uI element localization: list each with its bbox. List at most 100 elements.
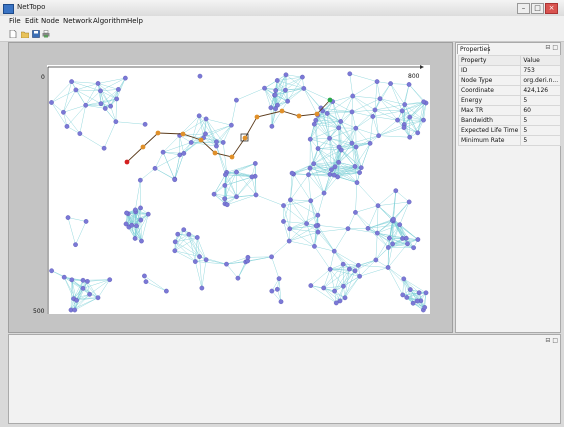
sensor-node[interactable] (114, 96, 120, 102)
sensor-node[interactable] (415, 237, 421, 242)
properties-panel-controls[interactable]: ⊟ □ (545, 44, 558, 51)
sensor-node[interactable] (306, 172, 311, 178)
sensor-node[interactable] (199, 285, 205, 291)
sensor-node[interactable] (315, 212, 321, 218)
sensor-node[interactable] (365, 226, 371, 231)
sensor-node[interactable] (313, 223, 319, 229)
sensor-node[interactable] (177, 152, 183, 158)
sensor-node[interactable] (286, 238, 292, 244)
close-button[interactable]: × (545, 3, 558, 14)
sensor-node[interactable] (422, 305, 428, 310)
sensor-node[interactable] (160, 149, 166, 155)
sensor-node[interactable] (123, 221, 129, 227)
sensor-node[interactable] (249, 174, 255, 180)
sensor-node[interactable] (95, 295, 101, 301)
sensor-node[interactable] (203, 116, 209, 122)
sensor-node[interactable] (377, 96, 383, 102)
sensor-node[interactable] (403, 235, 409, 241)
sensor-node[interactable] (223, 172, 228, 178)
sensor-node[interactable] (288, 197, 293, 203)
sensor-node[interactable] (406, 199, 412, 205)
sensor-node[interactable] (333, 300, 339, 306)
sensor-node[interactable] (287, 226, 293, 232)
sensor-node[interactable] (285, 98, 290, 104)
sensor-node[interactable] (229, 122, 234, 128)
sensor-node[interactable] (269, 288, 275, 294)
sensor-node[interactable] (276, 276, 282, 281)
sensor-node[interactable] (370, 114, 376, 119)
sensor-node[interactable] (87, 291, 92, 297)
new-file-icon[interactable] (9, 30, 17, 38)
sensor-node[interactable] (196, 113, 202, 119)
sensor-node[interactable] (134, 223, 139, 229)
properties-tab[interactable]: Properties (457, 44, 490, 54)
sensor-node[interactable] (172, 177, 178, 183)
sensor-node[interactable] (274, 286, 280, 292)
sensor-node[interactable] (172, 239, 178, 245)
path-node[interactable] (212, 150, 218, 156)
path-node[interactable] (314, 111, 320, 117)
menu-algorithm[interactable]: Algorithm (93, 17, 127, 25)
path-node[interactable] (140, 144, 146, 150)
sensor-node[interactable] (83, 219, 89, 224)
sensor-node[interactable] (129, 222, 135, 228)
path-node[interactable] (242, 135, 248, 141)
sensor-node[interactable] (69, 277, 75, 283)
sensor-node[interactable] (354, 180, 360, 185)
console-panel-controls[interactable]: ⊟ □ (545, 337, 558, 344)
sink-node[interactable] (327, 97, 333, 103)
sensor-node[interactable] (356, 262, 361, 268)
sensor-node[interactable] (324, 111, 330, 116)
sensor-node[interactable] (357, 170, 362, 175)
sensor-node[interactable] (421, 99, 427, 105)
source-node[interactable] (124, 159, 130, 165)
sensor-node[interactable] (73, 242, 78, 248)
sensor-node[interactable] (61, 109, 66, 115)
sensor-node[interactable] (132, 207, 138, 213)
sensor-node[interactable] (385, 265, 391, 270)
sensor-node[interactable] (252, 161, 258, 166)
network-canvas[interactable] (47, 65, 430, 314)
sensor-node[interactable] (416, 290, 422, 296)
sensor-node[interactable] (307, 165, 313, 171)
sensor-node[interactable] (77, 131, 83, 136)
sensor-node[interactable] (327, 172, 333, 177)
sensor-node[interactable] (278, 299, 284, 305)
sensor-node[interactable] (421, 117, 426, 123)
table-row[interactable]: Minimum Rate 5 (457, 135, 562, 146)
sensor-node[interactable] (402, 102, 408, 107)
sensor-node[interactable] (49, 100, 54, 105)
sensor-node[interactable] (164, 288, 169, 294)
sensor-node[interactable] (102, 106, 108, 111)
sensor-node[interactable] (269, 123, 275, 129)
sensor-node[interactable] (332, 288, 337, 294)
sensor-node[interactable] (393, 188, 399, 194)
table-row[interactable]: Coordinate 424,126 (457, 85, 562, 96)
sensor-node[interactable] (95, 81, 101, 86)
table-row[interactable]: Max TR 60 (457, 105, 562, 116)
sensor-node[interactable] (64, 124, 70, 129)
sensor-node[interactable] (224, 261, 229, 267)
sensor-node[interactable] (345, 226, 351, 232)
sensor-node[interactable] (373, 257, 379, 263)
menu-help[interactable]: Help (127, 17, 143, 25)
sensor-node[interactable] (304, 221, 309, 226)
sensor-node[interactable] (350, 93, 356, 99)
sensor-node[interactable] (407, 134, 413, 140)
sensor-node[interactable] (122, 75, 128, 81)
sensor-node[interactable] (289, 170, 295, 176)
table-row[interactable]: ID 753 (457, 65, 562, 76)
sensor-node[interactable] (194, 235, 200, 240)
sensor-node[interactable] (83, 102, 89, 108)
sensor-node[interactable] (340, 261, 346, 267)
sensor-node[interactable] (268, 105, 274, 111)
sensor-node[interactable] (273, 106, 278, 112)
sensor-node[interactable] (192, 259, 198, 264)
table-row[interactable]: Energy 5 (457, 95, 562, 106)
sensor-node[interactable] (214, 143, 219, 149)
sensor-node[interactable] (72, 307, 78, 313)
sensor-node[interactable] (341, 283, 346, 289)
sensor-node[interactable] (222, 196, 227, 202)
sensor-node[interactable] (349, 109, 355, 115)
sensor-node[interactable] (235, 275, 241, 281)
